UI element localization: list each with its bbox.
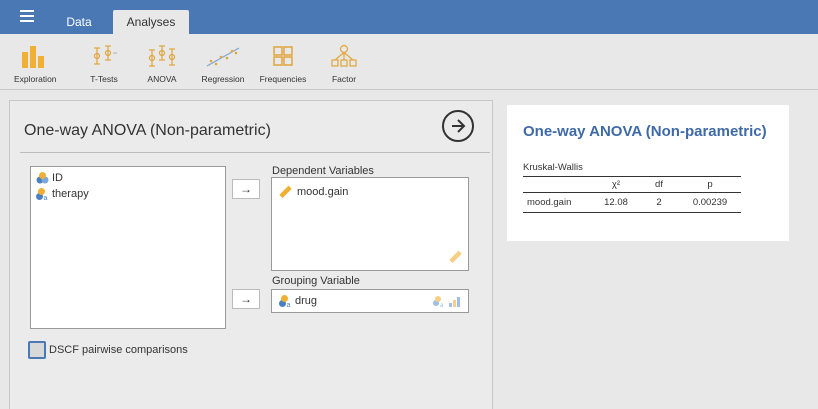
column-header: df bbox=[639, 176, 679, 193]
grouping-variable-label: Grouping Variable bbox=[272, 275, 360, 287]
variable-item-id[interactable]: ID bbox=[31, 170, 225, 186]
table-cell: 2 bbox=[639, 192, 679, 213]
variable-name: ID bbox=[52, 172, 63, 184]
menu-bar: Data Analyses bbox=[0, 0, 818, 34]
move-to-grouping-button[interactable]: → bbox=[232, 289, 260, 309]
ribbon-factor-button[interactable]: Factor bbox=[324, 42, 364, 88]
continuous-variable-icon bbox=[36, 172, 49, 184]
factor-icon bbox=[324, 42, 364, 68]
ribbon-label: T-Tests bbox=[90, 74, 118, 84]
dependent-variables-label: Dependent Variables bbox=[272, 165, 374, 177]
analyses-ribbon: Exploration T-Tests ANOVA Regression Fre… bbox=[0, 34, 818, 90]
dependent-variables-box[interactable]: mood.gain bbox=[271, 177, 469, 271]
ribbon-exploration-button[interactable]: Exploration bbox=[14, 42, 57, 88]
tab-data[interactable]: Data bbox=[55, 10, 103, 34]
variable-item-therapy[interactable]: a therapy bbox=[31, 186, 225, 202]
column-header: p bbox=[679, 176, 741, 193]
ribbon-frequencies-button[interactable]: Frequencies bbox=[256, 42, 310, 88]
arrow-right-icon bbox=[452, 119, 466, 133]
table-cell: 12.08 bbox=[593, 192, 639, 213]
regression-icon bbox=[198, 42, 248, 68]
divider bbox=[20, 152, 490, 153]
ruler-icon bbox=[449, 250, 462, 264]
nominal-ordinal-types-icon: a bbox=[433, 296, 460, 308]
table-cell: mood.gain bbox=[523, 192, 593, 213]
column-header bbox=[523, 176, 593, 193]
results-subtitle: Kruskal-Wallis bbox=[523, 162, 583, 173]
ribbon-label: Frequencies bbox=[259, 74, 307, 84]
dscf-pairwise-checkbox[interactable] bbox=[28, 341, 46, 359]
grouping-variable-box[interactable]: a drug a bbox=[271, 289, 469, 313]
results-panel: One-way ANOVA (Non-parametric) Kruskal-W… bbox=[507, 105, 789, 241]
nominal-variable-icon: a bbox=[279, 295, 291, 308]
table-header-row: χ² df p bbox=[523, 176, 741, 193]
dscf-pairwise-label: DSCF pairwise comparisons bbox=[49, 344, 188, 356]
hamburger-menu-icon[interactable] bbox=[20, 10, 34, 22]
ribbon-label: Regression bbox=[201, 74, 245, 84]
t-tests-icon bbox=[84, 42, 124, 68]
options-title: One-way ANOVA (Non-parametric) bbox=[24, 122, 271, 139]
exploration-icon bbox=[14, 42, 54, 68]
variable-list[interactable]: ID a therapy bbox=[30, 166, 226, 329]
svg-text:a: a bbox=[440, 303, 444, 308]
ribbon-label: Factor bbox=[331, 74, 357, 84]
ribbon-label: Exploration bbox=[14, 74, 57, 84]
ribbon-label: ANOVA bbox=[147, 74, 177, 84]
table-cell: 0.00239 bbox=[679, 192, 741, 213]
analysis-options-panel: One-way ANOVA (Non-parametric) ID a ther… bbox=[9, 100, 493, 409]
svg-text:a: a bbox=[287, 302, 291, 308]
nominal-variable-icon: a bbox=[36, 188, 48, 201]
results-table: χ² df p mood.gain 12.08 2 0.00239 bbox=[523, 176, 741, 213]
ribbon-regression-button[interactable]: Regression bbox=[198, 42, 248, 88]
ruler-icon bbox=[279, 185, 292, 199]
frequencies-icon bbox=[256, 42, 310, 68]
table-row: mood.gain 12.08 2 0.00239 bbox=[523, 192, 741, 213]
variable-name: drug bbox=[295, 295, 318, 307]
column-header: χ² bbox=[593, 176, 639, 193]
dependent-variable-item[interactable]: mood.gain bbox=[272, 182, 468, 202]
ribbon-t-tests-button[interactable]: T-Tests bbox=[84, 42, 124, 88]
move-to-dependent-button[interactable]: → bbox=[232, 179, 260, 199]
run-analysis-button[interactable] bbox=[442, 110, 474, 142]
anova-icon bbox=[142, 42, 182, 68]
svg-text:a: a bbox=[44, 195, 48, 201]
ribbon-anova-button[interactable]: ANOVA bbox=[142, 42, 182, 88]
results-title: One-way ANOVA (Non-parametric) bbox=[523, 123, 767, 140]
dscf-pairwise-checkbox-row[interactable]: DSCF pairwise comparisons bbox=[28, 341, 188, 359]
tab-analyses[interactable]: Analyses bbox=[113, 10, 189, 34]
variable-name: mood.gain bbox=[297, 186, 349, 198]
variable-name: therapy bbox=[52, 188, 89, 200]
